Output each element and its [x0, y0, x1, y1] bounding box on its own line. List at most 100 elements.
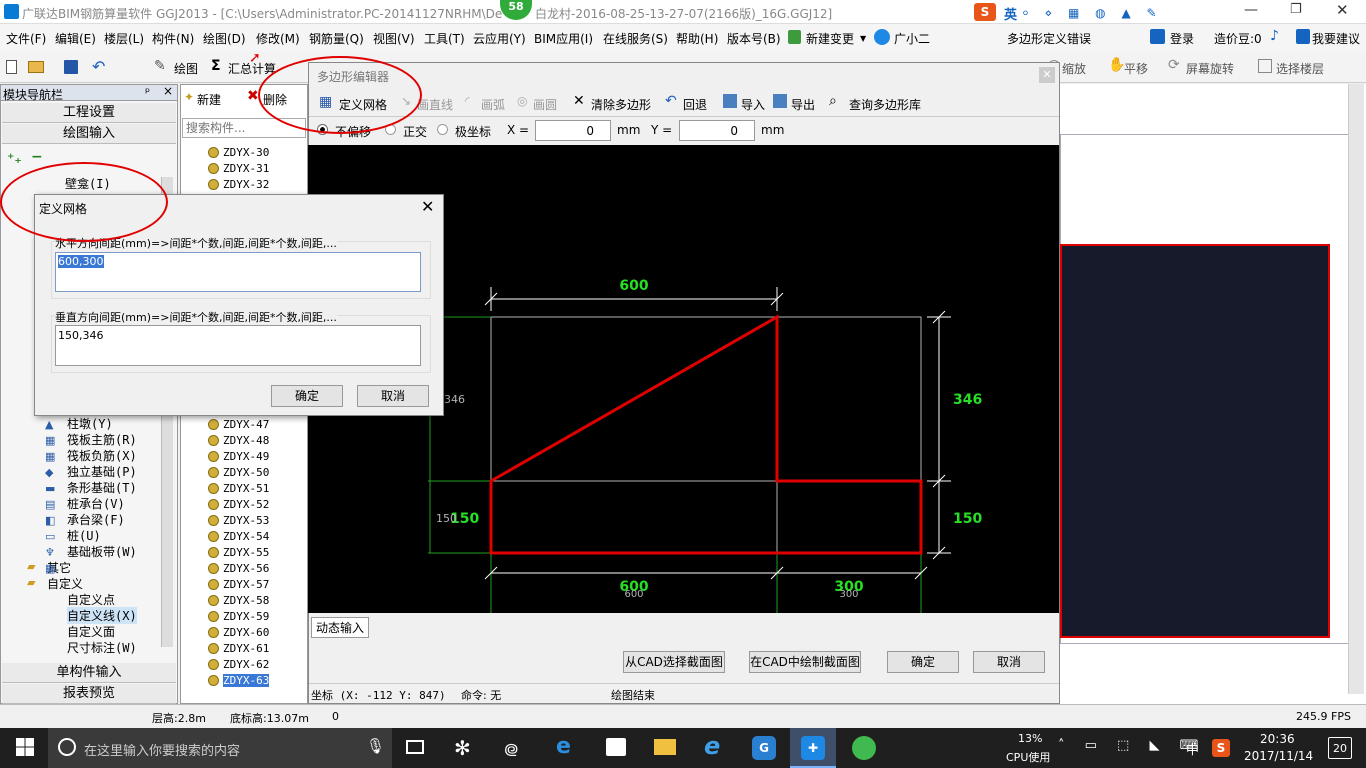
list-item[interactable]: ZDYX-55 — [223, 546, 269, 559]
undo-icon[interactable]: ↶ — [92, 57, 105, 76]
list-item[interactable]: ZDYX-30 — [223, 146, 269, 159]
sogou-tray-icon[interactable]: S — [1212, 739, 1230, 757]
ime-toolbar-icons[interactable]: ⸰ ⋄ ▦ ◍ ▲ ✎ — [1022, 4, 1163, 21]
ie-icon[interactable]: e — [704, 732, 720, 760]
task-view-icon[interactable] — [406, 740, 424, 754]
tree-item-column-pier[interactable]: 柱墩(Y) — [67, 415, 113, 432]
editor-cancel-button[interactable]: 取消 — [973, 651, 1045, 673]
menu-view[interactable]: 视图(V) — [373, 30, 415, 47]
pin-icon[interactable]: ᵖ — [145, 85, 150, 99]
glodon-app-icon[interactable]: G — [752, 736, 776, 760]
tree-item-custom-face[interactable]: 自定义面 — [67, 623, 115, 640]
new-component-button[interactable]: 新建 — [197, 91, 221, 108]
pinwheel-app-icon[interactable]: ✻ — [454, 736, 471, 760]
list-item[interactable]: ZDYX-47 — [223, 418, 269, 431]
v-spacing-input[interactable]: 150,346 — [55, 325, 421, 366]
menu-tools[interactable]: 工具(T) — [424, 30, 465, 47]
menu-rebar-qty[interactable]: 钢筋量(Q) — [309, 30, 364, 47]
file-explorer-icon[interactable] — [654, 739, 676, 755]
menu-help[interactable]: 帮助(H) — [676, 30, 718, 47]
tree-item-pile[interactable]: 桩(U) — [67, 527, 101, 544]
menu-floor[interactable]: 楼层(L) — [104, 30, 144, 47]
editor-ok-button[interactable]: 确定 — [887, 651, 959, 673]
list-item[interactable]: ZDYX-50 — [223, 466, 269, 479]
list-item[interactable]: ZDYX-57 — [223, 578, 269, 591]
h-spacing-input[interactable]: 600,300 — [55, 252, 421, 292]
sogou-ime-icon[interactable]: S — [974, 3, 996, 21]
menu-online[interactable]: 在线服务(S) — [603, 30, 668, 47]
minimize-button[interactable]: — — [1244, 2, 1258, 18]
list-item[interactable]: ZDYX-54 — [223, 530, 269, 543]
list-item[interactable]: ZDYX-48 — [223, 434, 269, 447]
menu-cloud[interactable]: 云应用(Y) — [473, 30, 526, 47]
open-folder-icon[interactable] — [28, 61, 44, 73]
tree-item-custom[interactable]: 自定义 — [47, 575, 83, 592]
draw-input-button[interactable]: 绘图输入 — [2, 124, 176, 144]
tree-item-raft-neg-rebar[interactable]: 筏板负筋(X) — [67, 447, 137, 464]
clock-date[interactable]: 2017/11/14 — [1244, 749, 1313, 763]
tree-item-dimension[interactable]: 尺寸标注(W) — [67, 639, 137, 656]
close-window-button[interactable]: ✕ — [1336, 1, 1349, 19]
rotate-screen-button[interactable]: 屏幕旋转 — [1186, 60, 1234, 77]
editor-close-button[interactable]: ✕ — [1039, 67, 1055, 83]
list-item[interactable]: ZDYX-61 — [223, 642, 269, 655]
right-scrollbar[interactable] — [1348, 84, 1364, 694]
tree-item-pile-cap[interactable]: 桩承台(V) — [67, 495, 125, 512]
green-app-icon[interactable] — [852, 736, 876, 760]
tree-item-custom-line[interactable]: 自定义线(X) — [67, 607, 137, 624]
zoom-button[interactable]: 缩放 — [1062, 60, 1086, 77]
tree-item-isolated-footing[interactable]: 独立基础(P) — [67, 463, 137, 480]
save-icon[interactable] — [64, 60, 78, 74]
suggest-link[interactable]: 我要建议 — [1312, 30, 1360, 47]
new-file-icon[interactable] — [6, 60, 17, 74]
menu-draw[interactable]: 绘图(D) — [203, 30, 246, 47]
menu-bim[interactable]: BIM应用(I) — [534, 30, 593, 47]
report-preview-button[interactable]: 报表预览 — [2, 684, 176, 704]
list-item[interactable]: ZDYX-53 — [223, 514, 269, 527]
query-polygon-library-button[interactable]: 查询多边形库 — [849, 96, 921, 113]
tree-item-raft-main-rebar[interactable]: 筏板主筋(R) — [67, 431, 137, 448]
list-item[interactable]: ZDYX-32 — [223, 178, 269, 191]
radio-polar[interactable] — [437, 124, 448, 135]
list-item[interactable]: ZDYX-49 — [223, 450, 269, 463]
import-button[interactable]: 导入 — [741, 96, 765, 113]
menu-assistant[interactable]: 广小二 — [894, 30, 930, 47]
list-item[interactable]: ZDYX-62 — [223, 658, 269, 671]
pan-button[interactable]: 平移 — [1124, 60, 1148, 77]
list-item[interactable]: ZDYX-59 — [223, 610, 269, 623]
drawing-viewport[interactable] — [1060, 244, 1330, 638]
draw-line-button[interactable]: 画直线 — [417, 96, 453, 113]
menu-component[interactable]: 构件(N) — [152, 30, 194, 47]
clear-polygon-button[interactable]: 清除多边形 — [591, 96, 651, 113]
ggj-app-icon[interactable]: ✚ — [801, 736, 825, 760]
login-link[interactable]: 登录 — [1170, 30, 1194, 47]
ime-lang-label[interactable]: 英 — [1004, 4, 1017, 23]
notification-center-icon[interactable]: 20 — [1328, 737, 1352, 759]
list-item[interactable]: ZDYX-52 — [223, 498, 269, 511]
collapse-all-icon[interactable]: − — [31, 149, 43, 165]
menu-version[interactable]: 版本号(B) — [727, 30, 781, 47]
edge-icon[interactable]: e — [556, 734, 571, 759]
draw-button[interactable]: 绘图 — [174, 60, 198, 77]
project-settings-button[interactable]: 工程设置 — [2, 103, 176, 123]
export-button[interactable]: 导出 — [791, 96, 815, 113]
tree-item-strip-footing[interactable]: 条形基础(T) — [67, 479, 137, 496]
store-icon[interactable] — [606, 738, 626, 756]
dialog-cancel-button[interactable]: 取消 — [357, 385, 429, 407]
from-cad-button[interactable]: 从CAD选择截面图 — [623, 651, 725, 673]
select-floor-button[interactable]: 选择楼层 — [1276, 60, 1324, 77]
menu-modify[interactable]: 修改(M) — [256, 30, 300, 47]
spiral-app-icon[interactable]: ᪤ — [504, 736, 518, 767]
tray-icons[interactable]: ˄ ▭ ⬚ ◣ ⌨ — [1058, 738, 1206, 753]
list-item[interactable]: ZDYX-60 — [223, 626, 269, 639]
notification-badge[interactable]: 58 — [500, 0, 532, 20]
undo-step-button[interactable]: 回退 — [683, 96, 707, 113]
draw-in-cad-button[interactable]: 在CAD中绘制截面图 — [749, 651, 861, 673]
ime-indicator[interactable]: 中 — [1186, 739, 1199, 758]
polygon-shape[interactable] — [489, 314, 923, 555]
bell-icon[interactable]: ♪ — [1270, 28, 1279, 44]
dynamic-input-button[interactable]: 动态输入 — [311, 617, 370, 638]
list-item[interactable]: ZDYX-56 — [223, 562, 269, 575]
draw-arc-button[interactable]: 画弧 — [481, 96, 505, 113]
clock-time[interactable]: 20:36 — [1260, 732, 1295, 746]
